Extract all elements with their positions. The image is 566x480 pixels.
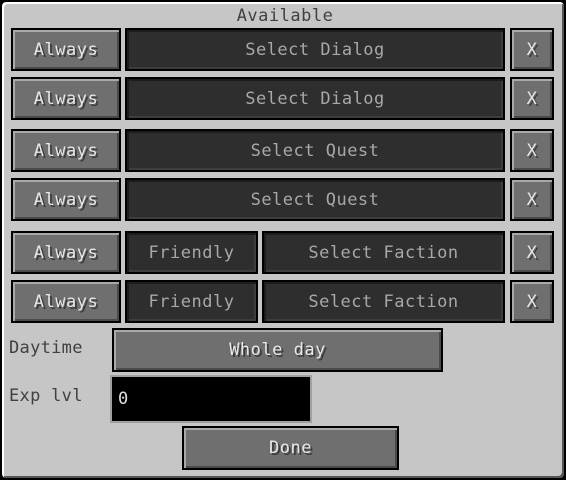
daytime-button[interactable]: Whole day [112, 328, 443, 372]
availability-button-quest-1[interactable]: Always [11, 129, 121, 172]
daytime-label: Daytime [9, 338, 83, 358]
availability-button-faction-2[interactable]: Always [11, 280, 121, 323]
remove-faction-button-1[interactable]: X [510, 231, 554, 274]
select-quest-button-1[interactable]: Select Quest [125, 129, 505, 172]
select-faction-button-2[interactable]: Select Faction [262, 280, 505, 323]
availability-button-faction-1[interactable]: Always [11, 231, 121, 274]
select-quest-button-2[interactable]: Select Quest [125, 178, 505, 221]
dialog-title: Available [236, 6, 334, 26]
remove-faction-button-2[interactable]: X [510, 280, 554, 323]
select-dialog-button-1[interactable]: Select Dialog [125, 28, 505, 71]
remove-dialog-button-2[interactable]: X [510, 77, 554, 120]
select-faction-button-1[interactable]: Select Faction [262, 231, 505, 274]
availability-button-dialog-1[interactable]: Always [11, 28, 121, 71]
availability-dialog: Available Always Select Dialog X Always … [0, 0, 566, 480]
exp-level-label: Exp lvl [9, 386, 83, 406]
faction-stance-button-2[interactable]: Friendly [125, 280, 258, 323]
select-dialog-button-2[interactable]: Select Dialog [125, 77, 505, 120]
remove-quest-button-1[interactable]: X [510, 129, 554, 172]
exp-level-input[interactable]: 0 [110, 375, 312, 423]
remove-dialog-button-1[interactable]: X [510, 28, 554, 71]
availability-button-quest-2[interactable]: Always [11, 178, 121, 221]
done-button[interactable]: Done [182, 426, 399, 470]
availability-button-dialog-2[interactable]: Always [11, 77, 121, 120]
faction-stance-button-1[interactable]: Friendly [125, 231, 258, 274]
remove-quest-button-2[interactable]: X [510, 178, 554, 221]
